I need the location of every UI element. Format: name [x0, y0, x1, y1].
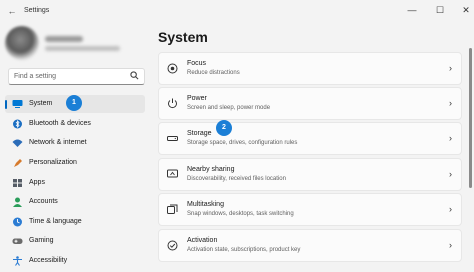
sidebar-item-time-language[interactable]: Time & language: [5, 213, 145, 231]
chevron-right-icon: ›: [449, 240, 452, 250]
chevron-right-icon: ›: [449, 204, 452, 214]
sidebar-item-bluetooth-devices[interactable]: Bluetooth & devices: [5, 115, 145, 133]
settings-card-activation[interactable]: Activation Activation state, subscriptio…: [158, 229, 462, 262]
system-icon: [12, 100, 23, 108]
card-subtitle: Screen and sleep, power mode: [187, 105, 271, 111]
back-button[interactable]: ←: [5, 4, 19, 18]
power-icon: [168, 98, 177, 109]
settings-card-nearby-sharing[interactable]: Nearby sharing Discoverability, received…: [158, 158, 462, 191]
minimize-button[interactable]: —: [405, 3, 419, 17]
card-subtitle: Storage space, drives, configuration rul…: [187, 140, 298, 146]
app-title: Settings: [24, 7, 50, 14]
sidebar-item-accounts[interactable]: Accounts: [5, 193, 145, 211]
page-title: System: [158, 29, 208, 45]
maximize-button[interactable]: ☐: [433, 3, 447, 17]
sidebar-item-label: System: [29, 100, 53, 107]
settings-card-multitasking[interactable]: Multitasking Snap windows, desktops, tas…: [158, 193, 462, 226]
annotation-badge-1: 1: [66, 95, 82, 111]
storage-icon: [167, 136, 178, 141]
sidebar-item-accessibility[interactable]: Accessibility: [5, 252, 145, 270]
card-title: Multitasking: [187, 201, 224, 208]
scrollbar[interactable]: [469, 48, 472, 188]
activation-icon: [167, 240, 178, 251]
chevron-right-icon: ›: [449, 98, 452, 108]
accounts-icon: [13, 197, 22, 207]
card-title: Storage: [187, 130, 212, 137]
card-title: Activation: [187, 237, 218, 244]
card-subtitle: Reduce distractions: [187, 70, 240, 76]
user-profile[interactable]: [5, 26, 145, 60]
multitasking-icon: [167, 204, 178, 214]
card-title: Focus: [187, 60, 207, 67]
network-icon: [12, 139, 23, 147]
sidebar-item-label: Apps: [29, 179, 45, 186]
personalization-icon: [14, 159, 22, 167]
gaming-icon: [12, 238, 23, 244]
card-subtitle: Activation state, subscriptions, product…: [187, 247, 301, 253]
sidebar-item-label: Accessibility: [29, 257, 68, 264]
title-bar: ← Settings — ☐ ✕: [0, 0, 474, 22]
focus-icon: [167, 63, 178, 74]
sidebar-item-label: Gaming: [29, 237, 54, 244]
profile-email-blurred: [45, 46, 120, 51]
sidebar-item-label: Time & language: [29, 218, 82, 225]
card-title: Nearby sharing: [187, 166, 235, 173]
search-input[interactable]: Find a setting: [14, 73, 56, 80]
sidebar-item-label: Personalization: [29, 159, 77, 166]
card-subtitle: Discoverability, received files location: [187, 176, 286, 182]
annotation-badge-2: 2: [216, 120, 232, 136]
sidebar-item-apps[interactable]: Apps: [5, 174, 145, 192]
settings-card-focus[interactable]: Focus Reduce distractions ›: [158, 52, 462, 85]
bluetooth-icon: [13, 119, 22, 129]
settings-card-storage[interactable]: Storage Storage space, drives, configura…: [158, 122, 462, 155]
settings-card-power[interactable]: Power Screen and sleep, power mode ›: [158, 87, 462, 120]
time-language-icon: [13, 217, 22, 227]
search-icon[interactable]: [130, 71, 139, 82]
sidebar-item-network-internet[interactable]: Network & internet: [5, 134, 145, 152]
avatar: [5, 26, 39, 60]
active-indicator: [5, 100, 7, 109]
search-box[interactable]: Find a setting: [8, 68, 145, 85]
sidebar-item-label: Network & internet: [29, 139, 87, 146]
apps-icon: [13, 179, 22, 187]
chevron-right-icon: ›: [449, 133, 452, 143]
card-title: Power: [187, 95, 207, 102]
card-subtitle: Snap windows, desktops, task switching: [187, 211, 294, 217]
accessibility-icon: [13, 256, 22, 266]
sidebar-item-label: Bluetooth & devices: [29, 120, 91, 127]
sidebar-item-personalization[interactable]: Personalization: [5, 154, 145, 172]
chevron-right-icon: ›: [449, 169, 452, 179]
profile-name-blurred: [45, 36, 83, 42]
sidebar-item-label: Accounts: [29, 198, 58, 205]
chevron-right-icon: ›: [449, 63, 452, 73]
sidebar-item-gaming[interactable]: Gaming: [5, 232, 145, 250]
nearby-sharing-icon: [167, 169, 178, 178]
close-button[interactable]: ✕: [459, 3, 473, 17]
